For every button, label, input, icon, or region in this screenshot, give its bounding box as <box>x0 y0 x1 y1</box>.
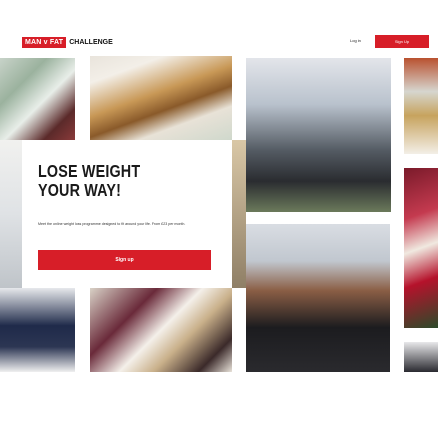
header-signup-button[interactable]: Sign Up <box>375 35 429 48</box>
hero-signup-button[interactable]: Sign up <box>38 250 211 270</box>
photo-tile-edge-left <box>0 140 22 288</box>
brand-logo[interactable]: MAN v FAT CHALLENGE <box>22 37 113 48</box>
top-bar: MAN v FAT CHALLENGE Log in Sign Up <box>0 0 438 58</box>
photo-tile-football-player <box>0 288 75 372</box>
logo-wordmark: CHALLENGE <box>69 39 113 46</box>
hero-headline-line-2: YOUR WAY! <box>38 180 122 200</box>
photo-tile-man-portrait <box>0 58 75 140</box>
hero-card: LOSE WEIGHT YOUR WAY! Meet the online we… <box>22 140 232 288</box>
photo-tile-food-fries <box>90 56 232 140</box>
photo-tile-man-cooking <box>246 224 390 372</box>
hero-headline: LOSE WEIGHT YOUR WAY! <box>38 162 140 200</box>
photo-tile-edge-right <box>404 342 438 372</box>
photo-tile-man-holding-baby <box>246 58 391 212</box>
photo-tile-food-bowls <box>90 288 232 372</box>
logo-mark: MAN v FAT <box>22 37 67 48</box>
photo-tile-food-plate <box>404 58 438 154</box>
photo-tile-edge-middle <box>232 140 246 288</box>
hero-description: Meet the online weight loss programme de… <box>38 222 186 226</box>
hero-headline-line-1: LOSE WEIGHT <box>38 161 141 181</box>
photo-tile-food-salad <box>404 168 438 328</box>
login-link[interactable]: Log in <box>350 38 361 43</box>
